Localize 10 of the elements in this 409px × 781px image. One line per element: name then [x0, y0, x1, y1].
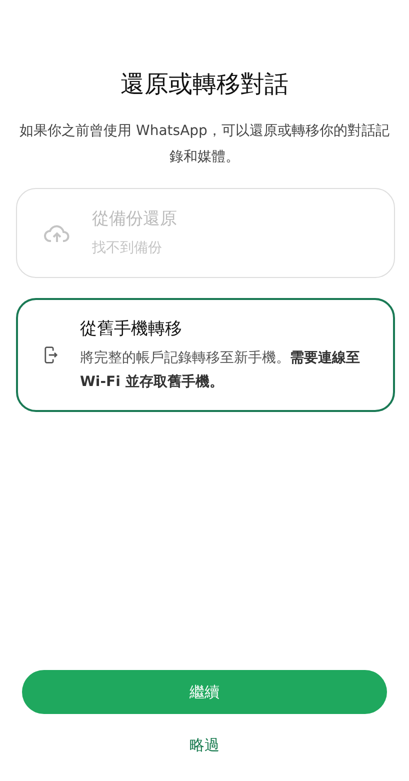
option-title: 從備份還原 — [92, 208, 177, 231]
skip-button[interactable]: 略過 — [182, 732, 228, 759]
option-description: 將完整的帳戶記錄轉移至新手機。需要連線至 Wi-Fi 並存取舊手機。 — [80, 349, 361, 392]
cloud-upload-icon — [44, 223, 70, 243]
continue-button[interactable]: 繼續 — [22, 670, 387, 714]
option-card[interactable]: 從舊手機轉移 將完整的帳戶記錄轉移至新手機。需要連線至 Wi-Fi 並存取舊手機。 — [16, 298, 395, 412]
option-description: 找不到備份 — [92, 239, 163, 258]
description-text: 如果你之前曾使用 WhatsApp，可以還原或轉移你的對話記錄和媒體。 — [18, 122, 390, 167]
page-title: 還原或轉移對話 — [120, 69, 290, 100]
option-title: 從舊手機轉移 — [80, 318, 183, 341]
